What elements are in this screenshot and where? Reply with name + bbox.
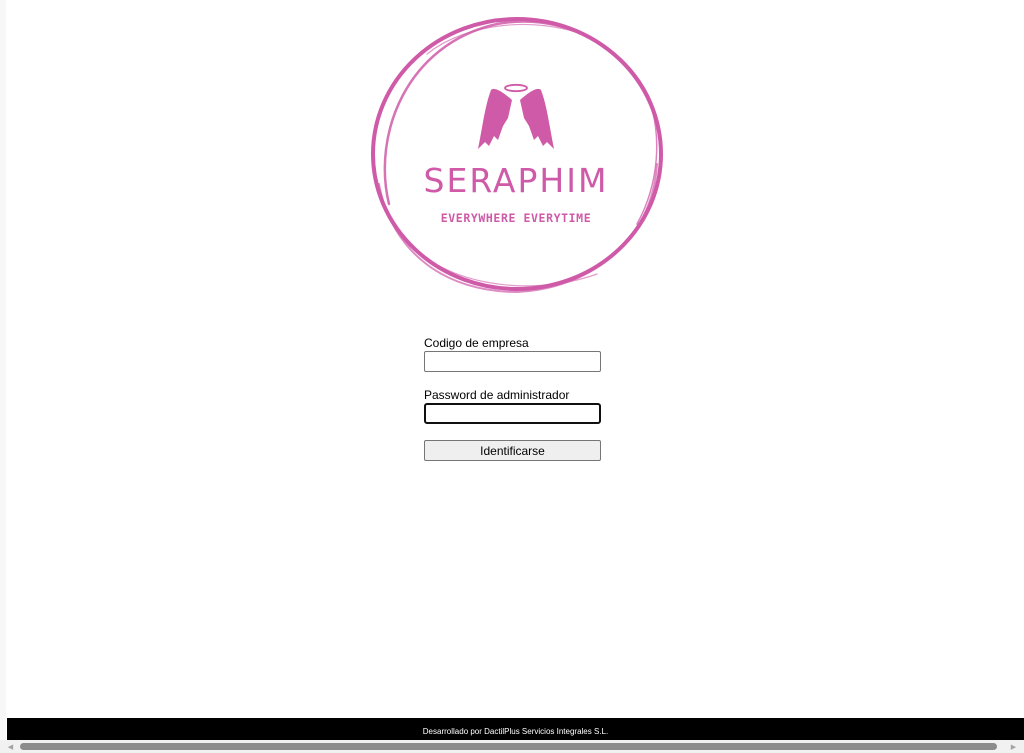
left-edge: [0, 0, 6, 740]
company-code-label: Codigo de empresa: [424, 336, 529, 350]
seraphim-logo: SERAPHIM EVERYWHERE EVERYTIME: [367, 14, 665, 296]
login-page: SERAPHIM EVERYWHERE EVERYTIME Codigo de …: [0, 0, 1024, 753]
arrow-left-icon[interactable]: ◀: [4, 740, 17, 753]
login-form: Codigo de empresa Password de administra…: [424, 336, 602, 461]
scrollbar-thumb[interactable]: [20, 743, 997, 750]
seraphim-logo-graphic: SERAPHIM EVERYWHERE EVERYTIME: [371, 17, 663, 294]
brand-wordmark: SERAPHIM: [424, 161, 609, 200]
admin-password-input[interactable]: [424, 403, 601, 424]
login-button[interactable]: Identificarse: [424, 440, 601, 461]
arrow-right-icon[interactable]: ▶: [1007, 740, 1020, 753]
admin-password-label: Password de administrador: [424, 388, 570, 402]
footer-credit: Desarrollado por DactilPlus Servicios In…: [422, 727, 609, 736]
angel-wings-halo-icon: [478, 83, 554, 149]
brand-tagline: EVERYWHERE EVERYTIME: [441, 211, 591, 225]
brush-circle: [371, 17, 663, 294]
company-code-input[interactable]: [424, 351, 601, 372]
horizontal-scrollbar[interactable]: ◀ ▶: [0, 740, 1024, 753]
footer: Desarrollado por DactilPlus Servicios In…: [7, 718, 1024, 740]
